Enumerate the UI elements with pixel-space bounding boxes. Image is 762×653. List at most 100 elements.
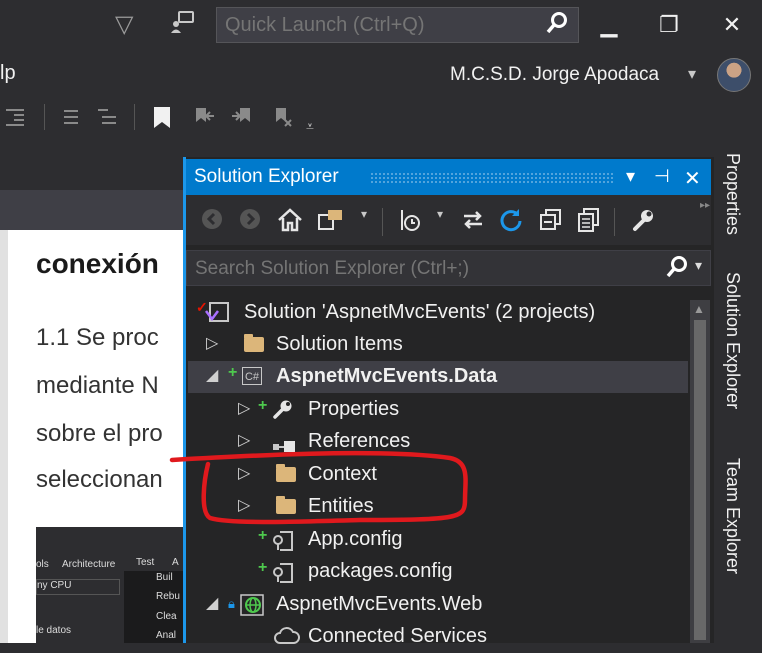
clear-bookmarks-icon[interactable] [270, 106, 292, 128]
tree-item-label: Context [308, 463, 377, 485]
tree-item-app-config[interactable]: + App.config [188, 524, 688, 556]
tree-item-label: References [308, 430, 411, 452]
screenshot-text: A [172, 557, 179, 568]
chevron-down-icon[interactable]: ▾ [434, 207, 446, 233]
screenshot-text: Anal [156, 630, 177, 641]
window-position-button[interactable]: ▾ [626, 166, 635, 187]
tree-item-label: Properties [308, 398, 400, 420]
minimize-button[interactable]: ▁ [589, 8, 629, 42]
references-icon [272, 436, 296, 459]
tree-item-label: App.config [308, 528, 403, 550]
tree-item-solution-items[interactable]: ▷ Solution Items [188, 329, 688, 361]
document-line: seleccionan [36, 466, 163, 493]
document-line: sobre el pro [36, 420, 163, 447]
refresh-icon[interactable] [498, 207, 524, 233]
toolbar-overflow-icon[interactable]: ⩡ [306, 118, 314, 135]
document-line: mediante N [36, 372, 159, 399]
wrench-icon [272, 398, 294, 426]
tree-item-packages-config[interactable]: + packages.config [188, 556, 688, 588]
chevron-down-icon[interactable]: ◢ [206, 593, 218, 613]
folder-icon [244, 334, 264, 352]
quick-launch-input[interactable] [217, 8, 533, 42]
chevron-right-icon[interactable]: ▷ [238, 495, 250, 515]
quick-launch-box[interactable] [216, 7, 579, 43]
tree-item-context-folder[interactable]: ▷ Context [188, 459, 688, 491]
user-account-name[interactable]: M.C.S.D. Jorge Apodaca [450, 64, 659, 86]
feedback-icon[interactable] [170, 10, 194, 33]
tab-team-explorer[interactable]: Team Explorer [722, 458, 743, 574]
solution-explorer-search-box[interactable]: ▾ [186, 250, 711, 287]
back-icon[interactable] [200, 207, 224, 233]
comment-icon[interactable] [60, 106, 80, 128]
chevron-down-icon[interactable]: ▾ [695, 257, 702, 274]
added-icon: + [258, 559, 268, 576]
tree-item-entities-folder[interactable]: ▷ Entities [188, 491, 688, 523]
chevron-right-icon[interactable]: ▷ [238, 463, 250, 483]
chevron-down-icon[interactable]: ▾ [688, 64, 696, 84]
tree-item-project-web[interactable]: ◢ 🔒︎ AspnetMvcEvents.Web [188, 589, 688, 621]
switch-views-icon[interactable] [316, 207, 344, 233]
document-heading: conexión [36, 248, 159, 279]
search-icon[interactable] [545, 11, 569, 42]
sync-with-active-document-icon[interactable] [460, 207, 486, 233]
chevron-right-icon[interactable]: ▷ [238, 398, 250, 418]
solution-explorer-title: Solution Explorer [194, 166, 339, 187]
toolbar-separator [614, 208, 615, 236]
tab-properties[interactable]: Properties [722, 153, 743, 235]
added-icon: + [258, 527, 268, 544]
document-line: 1.1 Se proc [36, 324, 159, 351]
previous-bookmark-icon[interactable] [192, 106, 214, 128]
config-file-icon [272, 560, 296, 590]
config-file-icon [272, 528, 296, 558]
chevron-right-icon[interactable]: ▷ [238, 430, 250, 450]
lock-icon: 🔒︎ [228, 596, 235, 611]
tree-item-label: Connected Services [308, 625, 487, 647]
title-grip[interactable] [370, 172, 615, 183]
forward-icon[interactable] [238, 207, 262, 233]
scrollbar-thumb[interactable] [694, 320, 706, 640]
pin-icon[interactable]: ⊣ [654, 166, 670, 187]
scroll-up-icon[interactable]: ▲ [693, 302, 705, 316]
toolbar-overflow-icon[interactable]: ▸▸ [700, 200, 710, 211]
toolbar-separator [44, 104, 45, 130]
solution-explorer-search-input[interactable] [193, 251, 657, 287]
folder-icon [276, 464, 296, 482]
bookmark-icon[interactable] [152, 106, 172, 128]
search-icon[interactable] [665, 255, 689, 286]
properties-wrench-icon[interactable] [630, 207, 656, 233]
screenshot-text: ols [36, 559, 49, 570]
screenshot-text: le datos [36, 625, 72, 636]
tree-item-references[interactable]: ▷ References [188, 426, 688, 458]
next-bookmark-icon[interactable] [230, 106, 250, 128]
home-icon[interactable] [276, 207, 304, 233]
screenshot-platform-box: ny CPU [36, 579, 120, 595]
tree-item-connected-services[interactable]: Connected Services [188, 621, 688, 653]
embedded-screenshot: ols Architecture Test A ny CPU Buil Rebu… [36, 527, 186, 643]
screenshot-menu [124, 571, 186, 643]
filter-icon[interactable]: ▽ [115, 10, 133, 39]
tree-item-solution[interactable]: ✓ Solution 'AspnetMvcEvents' (2 projects… [188, 297, 688, 329]
chevron-right-icon[interactable]: ▷ [206, 333, 218, 353]
close-button[interactable]: ✕ [712, 8, 752, 42]
tree-item-label: Solution 'AspnetMvcEvents' (2 projects) [244, 301, 596, 323]
chevron-down-icon[interactable]: ◢ [206, 365, 218, 385]
screenshot-text: ny CPU [37, 580, 72, 591]
tree-item-properties[interactable]: ▷ + Properties [188, 394, 688, 426]
uncomment-icon[interactable] [96, 106, 116, 128]
show-all-files-icon[interactable] [576, 207, 602, 233]
tree-item-label: Entities [308, 495, 374, 517]
screenshot-text: Test [136, 557, 155, 568]
collapse-all-icon[interactable] [538, 207, 564, 233]
tab-solution-explorer[interactable]: Solution Explorer [722, 272, 743, 409]
indent-icon[interactable] [4, 106, 24, 128]
tree-item-project-data[interactable]: ◢ + C# AspnetMvcEvents.Data [188, 361, 688, 393]
avatar[interactable] [717, 58, 751, 92]
pending-changes-filter-icon[interactable] [396, 207, 424, 233]
close-panel-button[interactable]: ✕ [684, 166, 701, 191]
web-project-icon [240, 593, 266, 623]
menu-item-help[interactable]: lp [0, 62, 16, 85]
chevron-down-icon[interactable]: ▾ [358, 207, 370, 233]
restore-button[interactable]: ❐ [649, 8, 689, 42]
added-icon: + [258, 397, 268, 414]
screenshot-text: Architecture [62, 559, 116, 570]
